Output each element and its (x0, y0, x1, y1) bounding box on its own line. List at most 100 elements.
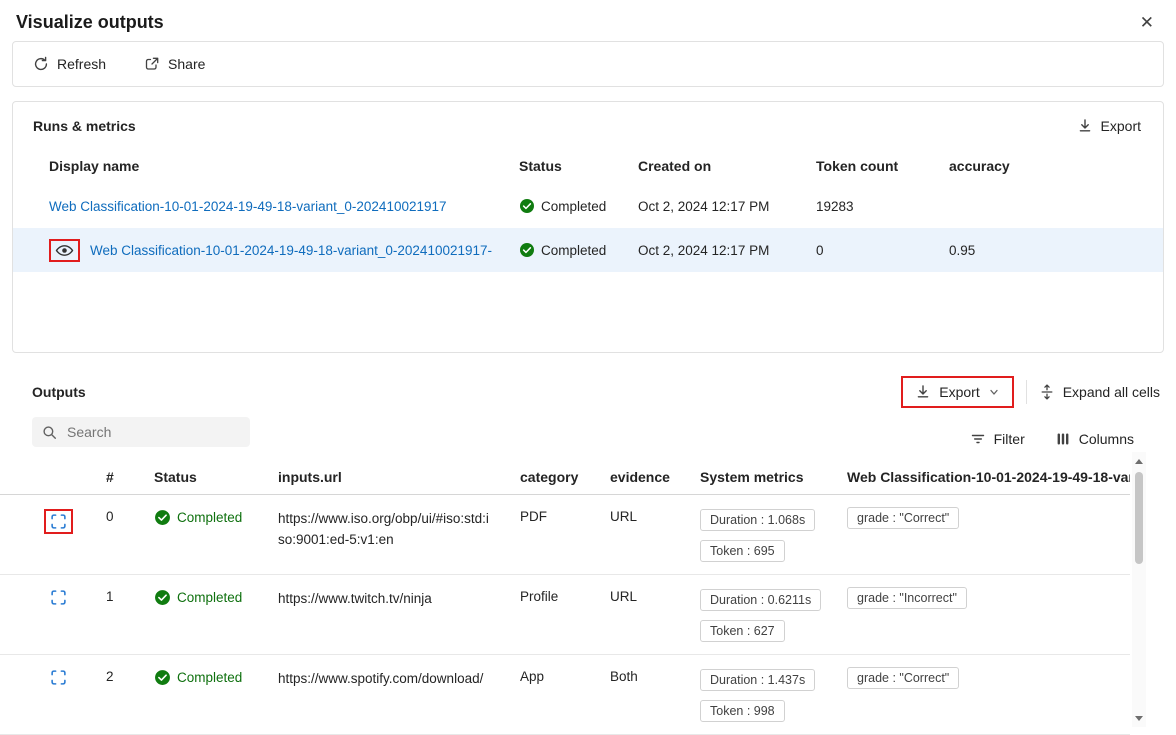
columns-label: Columns (1079, 431, 1134, 447)
col-status: Status (154, 469, 278, 485)
row-category: Profile (520, 589, 610, 604)
filter-button[interactable]: Filter (970, 431, 1025, 447)
refresh-label: Refresh (57, 56, 106, 72)
runs-table: Display name Status Created on Token cou… (13, 148, 1163, 272)
col-created-on: Created on (638, 158, 816, 174)
outputs-table-row: 0 Completed https://www.iso.org/obp/ui/#… (0, 495, 1130, 575)
col-evidence: evidence (610, 469, 700, 485)
token-chip: Token : 695 (700, 540, 785, 562)
row-category: App (520, 669, 610, 684)
share-label: Share (168, 56, 205, 72)
completed-check-icon (154, 589, 171, 606)
columns-icon (1055, 431, 1071, 447)
row-evidence: URL (610, 589, 700, 604)
row-status: Completed (177, 510, 242, 525)
completed-check-icon (519, 242, 535, 258)
row-evidence: URL (610, 509, 700, 524)
titlebar: Visualize outputs ✕ (0, 0, 1176, 41)
annotation-box-expand (44, 509, 73, 534)
download-icon (915, 384, 931, 400)
filter-icon (970, 431, 986, 447)
eye-icon[interactable] (55, 243, 74, 258)
runs-export-label: Export (1101, 118, 1141, 134)
page-title: Visualize outputs (16, 12, 164, 33)
outputs-scrollbar[interactable] (1132, 452, 1146, 727)
row-url: https://www.twitch.tv/ninja (278, 589, 520, 610)
annotation-box-export: Export (901, 376, 1013, 408)
share-icon (144, 56, 160, 72)
search-icon (42, 425, 57, 440)
run-link[interactable]: Web Classification-10-01-2024-19-49-18-v… (49, 199, 447, 214)
col-inputs-url: inputs.url (278, 469, 520, 485)
row-url: https://www.iso.org/obp/ui/#iso:std:iso:… (278, 509, 520, 551)
expand-vertical-icon (1039, 384, 1055, 400)
expand-cell-icon[interactable] (50, 669, 67, 686)
download-icon (1077, 118, 1093, 134)
run-status: Completed (541, 243, 606, 258)
divider (1026, 380, 1027, 404)
duration-chip: Duration : 0.6211s (700, 589, 821, 611)
completed-check-icon (154, 509, 171, 526)
search-input[interactable] (65, 423, 240, 441)
grade-chip: grade : "Incorrect" (847, 587, 967, 609)
duration-chip: Duration : 1.068s (700, 509, 815, 531)
col-web-classification: Web Classification-10-01-2024-19-49-18-v… (847, 469, 1130, 485)
col-display-name: Display name (49, 158, 519, 174)
run-accuracy: 0.95 (949, 243, 1163, 258)
runs-metrics-section: Runs & metrics Export Display name Statu… (12, 101, 1164, 353)
outputs-export-button[interactable]: Export (907, 380, 1007, 404)
expand-all-cells-label: Expand all cells (1063, 384, 1160, 400)
run-token-count: 0 (816, 243, 949, 258)
completed-check-icon (154, 669, 171, 686)
run-status: Completed (541, 199, 606, 214)
outputs-export-label: Export (939, 384, 979, 400)
scrollbar-thumb[interactable] (1135, 472, 1143, 564)
run-created-on: Oct 2, 2024 12:17 PM (638, 199, 816, 214)
search-box (32, 417, 250, 447)
completed-check-icon (519, 198, 535, 214)
outputs-table-row: 1 Completed https://www.twitch.tv/ninja … (0, 575, 1130, 655)
run-token-count: 19283 (816, 199, 949, 214)
duration-chip: Duration : 1.437s (700, 669, 815, 691)
col-token-count: Token count (816, 158, 949, 174)
row-url: https://www.spotify.com/download/ (278, 669, 520, 690)
close-icon[interactable]: ✕ (1136, 12, 1158, 33)
runs-table-row: Web Classification-10-01-2024-19-49-18-v… (13, 184, 1163, 228)
row-category: PDF (520, 509, 610, 524)
outputs-table-row: 2 Completed https://www.spotify.com/down… (0, 655, 1130, 735)
chevron-down-icon (988, 386, 1000, 398)
refresh-icon (33, 56, 49, 72)
columns-button[interactable]: Columns (1055, 431, 1134, 447)
grade-chip: grade : "Correct" (847, 667, 959, 689)
token-chip: Token : 627 (700, 620, 785, 642)
col-category: category (520, 469, 610, 485)
grade-chip: grade : "Correct" (847, 507, 959, 529)
col-system-metrics: System metrics (700, 469, 847, 485)
runs-table-row-selected: Web Classification-10-01-2024-19-49-18-v… (13, 228, 1163, 272)
scrollbar-down-arrow-icon[interactable] (1132, 711, 1146, 725)
row-number: 1 (106, 589, 154, 604)
row-number: 2 (106, 669, 154, 684)
run-link[interactable]: Web Classification-10-01-2024-19-49-18-v… (90, 243, 492, 258)
token-chip: Token : 998 (700, 700, 785, 722)
filter-label: Filter (994, 431, 1025, 447)
scrollbar-up-arrow-icon[interactable] (1132, 454, 1146, 468)
share-button[interactable]: Share (144, 56, 205, 72)
expand-cell-icon[interactable] (50, 589, 67, 606)
col-number: # (106, 469, 154, 485)
runs-table-header: Display name Status Created on Token cou… (13, 148, 1163, 184)
col-accuracy: accuracy (949, 158, 1163, 174)
row-status: Completed (177, 670, 242, 685)
row-evidence: Both (610, 669, 700, 684)
annotation-box-eye (49, 239, 80, 262)
expand-all-cells-button[interactable]: Expand all cells (1039, 384, 1160, 400)
col-status: Status (519, 158, 638, 174)
refresh-button[interactable]: Refresh (33, 56, 106, 72)
outputs-section-title: Outputs (32, 384, 86, 400)
outputs-section: Outputs Export Expand all cells (0, 373, 1176, 735)
expand-cell-icon[interactable] (50, 513, 67, 530)
outputs-table: # Status inputs.url category evidence Sy… (0, 459, 1130, 735)
outputs-table-header: # Status inputs.url category evidence Sy… (0, 459, 1130, 495)
runs-export-button[interactable]: Export (1077, 118, 1141, 134)
row-status: Completed (177, 590, 242, 605)
